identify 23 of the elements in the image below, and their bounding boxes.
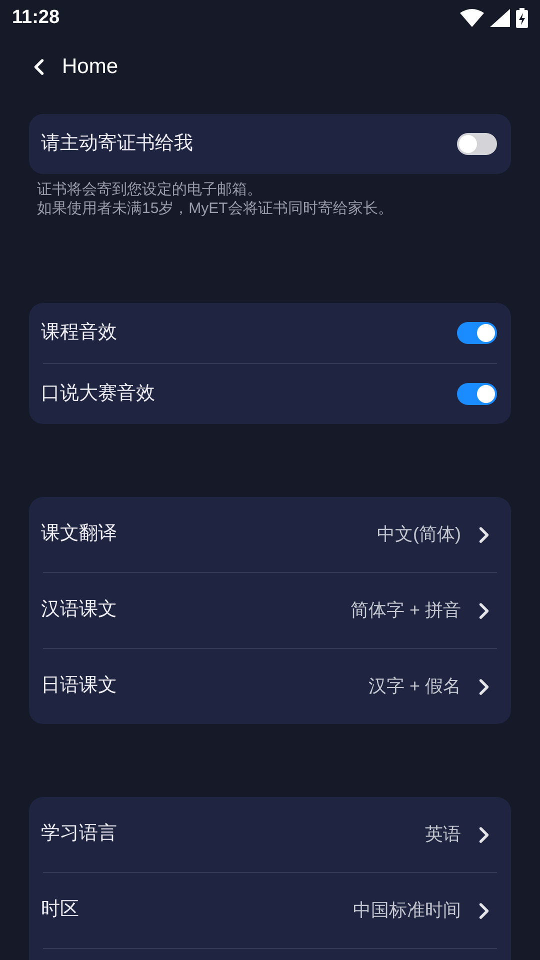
setting-value: 英语: [425, 823, 461, 846]
setting-label: 汉语课文: [41, 598, 117, 622]
signal-icon: [490, 9, 510, 27]
helper-text: 如果使用者未满15岁，MyET会将证书同时寄给家长。: [37, 199, 394, 218]
setting-label: 日语课文: [41, 674, 117, 698]
setting-value: 汉字 + 假名: [368, 675, 461, 698]
toggle-switch[interactable]: [457, 133, 497, 155]
toggle-switch[interactable]: [457, 383, 497, 405]
setting-label: 时区: [41, 898, 79, 922]
helper-text: 证书将会寄到您设定的电子邮箱。: [37, 180, 263, 199]
status-time: 11:28: [12, 6, 60, 30]
setting-label: 课程音效: [41, 320, 117, 345]
setting-label: 课文翻译: [41, 522, 117, 546]
battery-icon: [516, 8, 528, 28]
setting-label: 请主动寄证书给我: [41, 132, 193, 156]
setting-label: 学习语言: [41, 822, 117, 846]
setting-value: 简体字 + 拼音: [350, 599, 461, 622]
wifi-icon: [460, 9, 484, 27]
toggle-switch[interactable]: [457, 322, 497, 344]
setting-value: 中文(简体): [377, 523, 461, 546]
page-title: Home: [62, 54, 118, 80]
setting-label: 口说大赛音效: [41, 382, 155, 406]
setting-value: 中国标准时间: [353, 899, 461, 922]
